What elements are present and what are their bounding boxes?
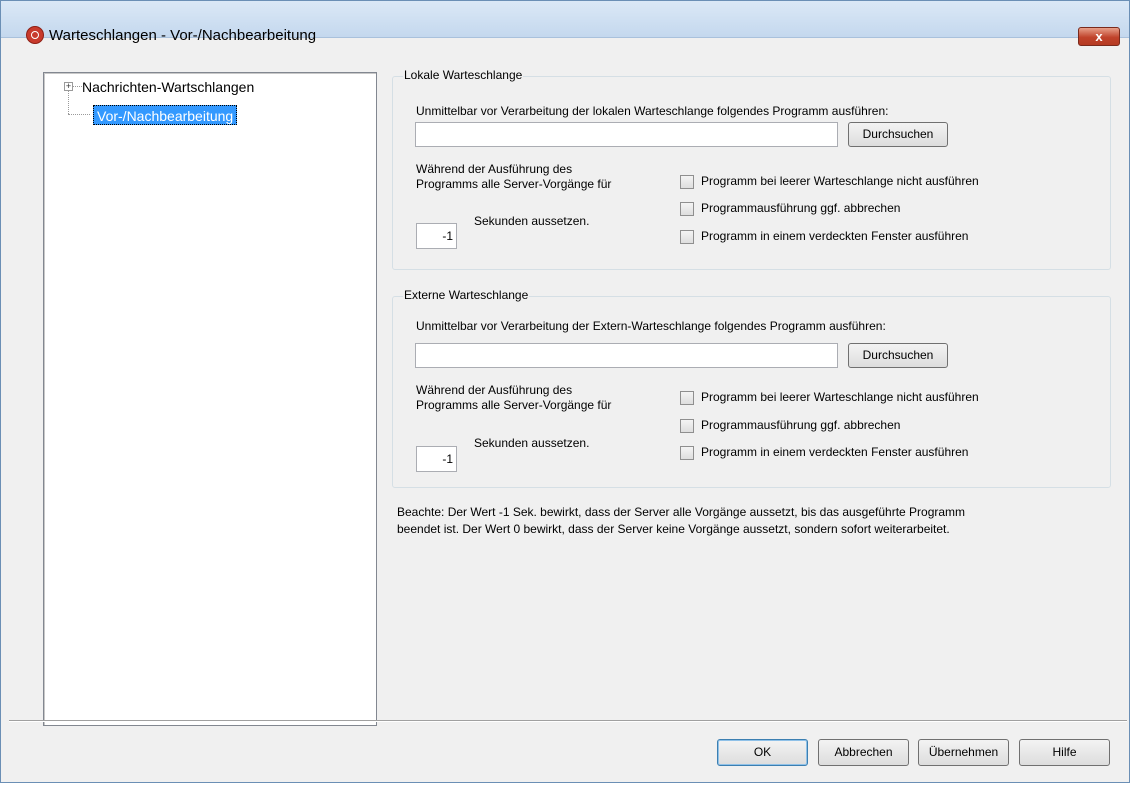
local-skip-empty-label[interactable]: Programm bei leerer Warteschlange nicht … — [701, 174, 979, 188]
external-seconds-input[interactable]: -1 — [416, 446, 457, 472]
local-hidden-window-label[interactable]: Programm in einem verdeckten Fenster aus… — [701, 229, 968, 243]
expand-plus-icon[interactable]: + — [64, 82, 73, 91]
external-hidden-window-label[interactable]: Programm in einem verdeckten Fenster aus… — [701, 445, 968, 459]
tree-connector — [68, 91, 69, 114]
external-pause-label-line2: Programms alle Server-Vorgänge für — [416, 398, 612, 412]
external-abort-checkbox[interactable] — [680, 419, 694, 433]
external-skip-empty-checkbox[interactable] — [680, 391, 694, 405]
external-hidden-window-checkbox[interactable] — [680, 446, 694, 460]
local-seconds-input[interactable]: -1 — [416, 223, 457, 249]
dialog-client: + Nachrichten-Wartschlangen Vor-/Nachbea… — [9, 38, 1127, 780]
help-button[interactable]: Hilfe — [1019, 739, 1110, 766]
external-seconds-label: Sekunden aussetzen. — [474, 436, 590, 450]
external-program-path-input[interactable] — [415, 343, 838, 368]
external-skip-empty-label[interactable]: Programm bei leerer Warteschlange nicht … — [701, 390, 979, 404]
external-pause-label-line1: Während der Ausführung des — [416, 383, 573, 397]
local-pause-label-line1: Während der Ausführung des — [416, 162, 573, 176]
cancel-button[interactable]: Abbrechen — [818, 739, 909, 766]
ok-button[interactable]: OK — [717, 739, 808, 766]
local-abort-label[interactable]: Programmausführung ggf. abbrechen — [701, 201, 900, 215]
local-abort-checkbox[interactable] — [680, 202, 694, 216]
local-queue-legend: Lokale Warteschlange — [403, 68, 524, 82]
note-line-2: beendet ist. Der Wert 0 bewirkt, dass de… — [397, 522, 950, 536]
dialog-window: Warteschlangen - Vor-/Nachbearbeitung x … — [0, 0, 1130, 783]
note-line-1: Beachte: Der Wert -1 Sek. bewirkt, dass … — [397, 505, 966, 519]
title-bar[interactable]: Warteschlangen - Vor-/Nachbearbeitung x — [1, 1, 1129, 46]
external-queue-legend: Externe Warteschlange — [403, 288, 530, 302]
local-browse-button[interactable]: Durchsuchen — [848, 122, 948, 147]
tree-item-nachrichten[interactable]: Nachrichten-Wartschlangen — [82, 77, 254, 97]
external-abort-label[interactable]: Programmausführung ggf. abbrechen — [701, 418, 900, 432]
local-hidden-window-checkbox[interactable] — [680, 230, 694, 244]
local-pause-label-line2: Programms alle Server-Vorgänge für — [416, 177, 612, 191]
navigation-tree: + Nachrichten-Wartschlangen Vor-/Nachbea… — [43, 72, 377, 726]
tree-item-vor-nachbearbeitung[interactable]: Vor-/Nachbearbeitung — [93, 105, 238, 125]
local-skip-empty-checkbox[interactable] — [680, 175, 694, 189]
apply-button[interactable]: Übernehmen — [918, 739, 1009, 766]
tree-connector — [73, 86, 82, 87]
external-instruction-label: Unmittelbar vor Verarbeitung der Extern-… — [416, 319, 886, 333]
tree-connector — [68, 114, 90, 115]
external-browse-button[interactable]: Durchsuchen — [848, 343, 948, 368]
tree-item-label: Nachrichten-Wartschlangen — [82, 79, 255, 95]
button-separator — [9, 720, 1127, 722]
local-seconds-label: Sekunden aussetzen. — [474, 214, 590, 228]
local-program-path-input[interactable] — [415, 122, 838, 147]
local-instruction-label: Unmittelbar vor Verarbeitung der lokalen… — [416, 104, 889, 118]
